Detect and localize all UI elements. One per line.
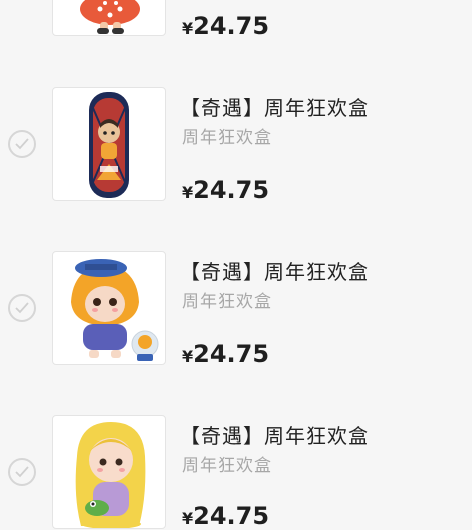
price-value: 24.75 <box>193 340 270 368</box>
cart-item[interactable]: 【奇遇】周年狂欢盒 周年狂欢盒 ¥24.75 <box>0 415 472 530</box>
product-title: 【奇遇】周年狂欢盒 <box>180 96 369 120</box>
checkmark-icon <box>15 302 29 314</box>
currency-symbol: ¥ <box>182 509 194 528</box>
product-subtitle: 周年狂欢盒 <box>182 292 272 312</box>
product-thumbnail[interactable] <box>52 415 166 529</box>
product-price: ¥24.75 <box>182 176 269 204</box>
currency-symbol: ¥ <box>182 19 194 38</box>
price-value: 24.75 <box>193 176 270 204</box>
price-value: 24.75 <box>193 12 270 40</box>
rapunzel-figure-icon <box>75 422 146 528</box>
cart-item[interactable]: ¥24.75 <box>0 0 472 40</box>
select-checkbox[interactable] <box>8 458 36 486</box>
product-title: 【奇遇】周年狂欢盒 <box>180 260 369 284</box>
cart-item-list: ¥24.75 【奇遇】周年狂欢盒 周年狂欢盒 ¥24.75 【奇遇】周年狂欢盒 … <box>0 0 472 530</box>
select-checkbox[interactable] <box>8 130 36 158</box>
product-title: 【奇遇】周年狂欢盒 <box>180 424 369 448</box>
price-value: 24.75 <box>193 502 270 530</box>
product-subtitle: 周年狂欢盒 <box>182 456 272 476</box>
fingerboard-skateboard-icon <box>89 92 129 198</box>
checkmark-icon <box>15 466 29 478</box>
select-checkbox[interactable] <box>8 294 36 322</box>
cart-item[interactable]: 【奇遇】周年狂欢盒 周年狂欢盒 ¥24.75 <box>0 87 472 204</box>
product-price: ¥24.75 <box>182 502 269 530</box>
product-price: ¥24.75 <box>182 340 269 368</box>
cartoon-figure-skirt-icon <box>80 0 140 34</box>
checkmark-icon <box>15 138 29 150</box>
product-thumbnail[interactable] <box>52 0 166 36</box>
cart-item[interactable]: 【奇遇】周年狂欢盒 周年狂欢盒 ¥24.75 <box>0 251 472 368</box>
currency-symbol: ¥ <box>182 183 194 202</box>
currency-symbol: ¥ <box>182 347 194 366</box>
product-thumbnail[interactable] <box>52 87 166 201</box>
orange-hat-figure-icon <box>71 259 159 361</box>
product-thumbnail[interactable] <box>52 251 166 365</box>
product-price: ¥24.75 <box>182 12 269 40</box>
product-subtitle: 周年狂欢盒 <box>182 128 272 148</box>
